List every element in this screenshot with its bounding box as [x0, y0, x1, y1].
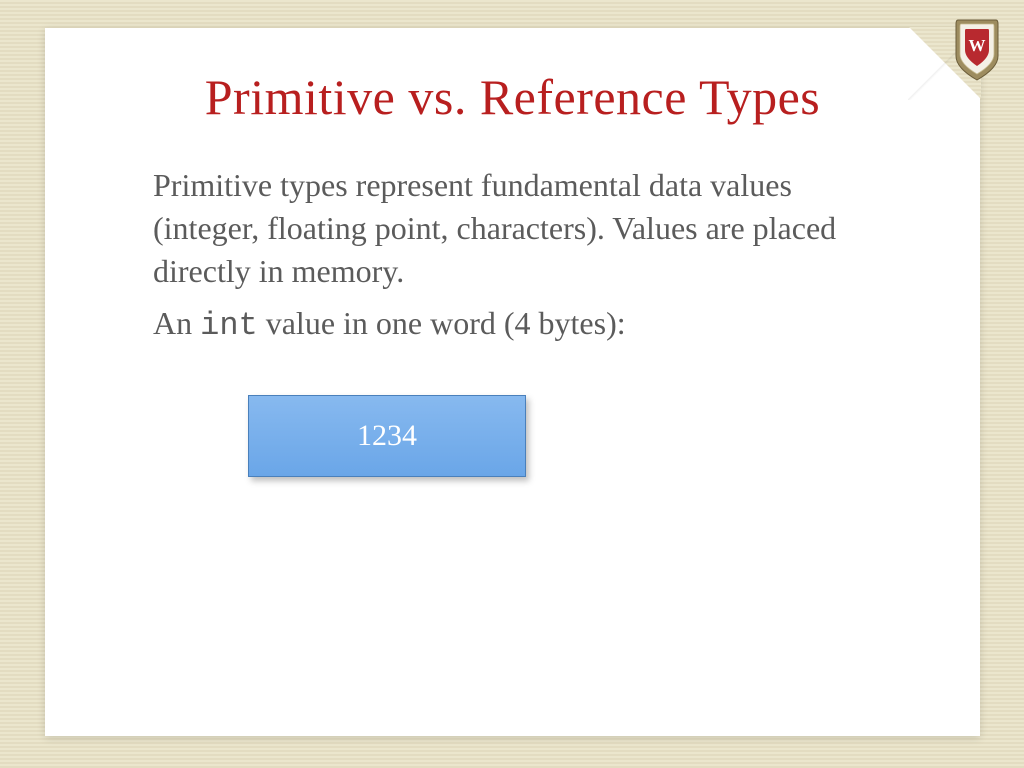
wisconsin-crest-icon: W [954, 18, 1000, 82]
crest-letter: W [969, 36, 986, 55]
paragraph-int-line: An int value in one word (4 bytes): [153, 302, 890, 347]
paragraph-primitive: Primitive types represent fundamental da… [153, 164, 890, 294]
slide-title: Primitive vs. Reference Types [45, 28, 980, 126]
line2-suffix: value in one word (4 bytes): [258, 305, 626, 341]
memory-box: 1234 [248, 395, 526, 477]
memory-value: 1234 [357, 416, 417, 457]
slide-card: Primitive vs. Reference Types Primitive … [45, 28, 980, 736]
code-int: int [200, 307, 258, 344]
line2-prefix: An [153, 305, 200, 341]
slide-body: Primitive types represent fundamental da… [45, 126, 980, 477]
memory-box-wrap: 1234 [248, 395, 890, 477]
